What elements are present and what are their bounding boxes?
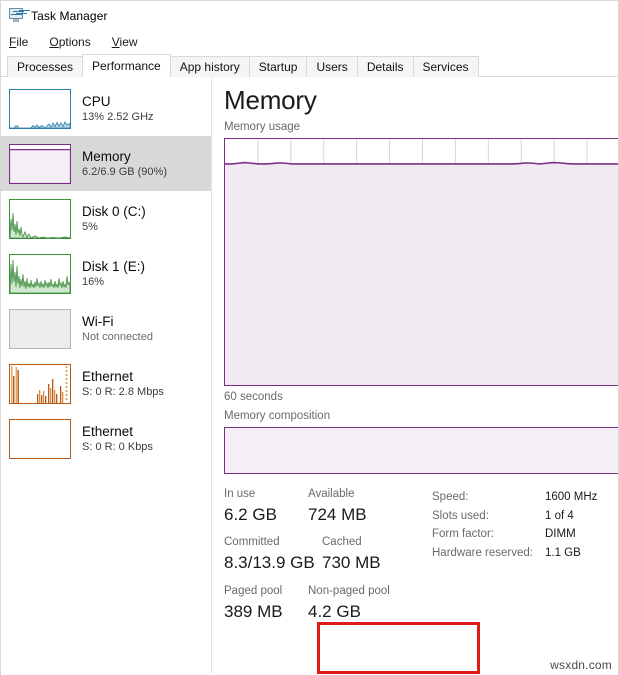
memory-composition-bar[interactable] <box>224 427 618 474</box>
system-info-key: Form factor: <box>432 525 545 544</box>
stat-available: Available 724 MB <box>308 486 418 527</box>
tab-startup[interactable]: Startup <box>249 56 308 77</box>
stat-value: 8.3/13.9 GB <box>224 551 308 575</box>
system-info-key: Speed: <box>432 488 545 507</box>
disk-1-thumbnail-graph <box>9 254 71 294</box>
stat-cached: Cached 730 MB <box>308 534 404 575</box>
system-info-key: Hardware reserved: <box>432 544 545 563</box>
sidebar-item-label: Ethernet <box>82 423 153 440</box>
ethernet-1-thumbnail-graph <box>9 364 71 404</box>
task-manager-icon <box>8 8 24 23</box>
system-info-value: 1.1 GB <box>545 544 581 563</box>
menu-bar: File Options View <box>1 30 618 54</box>
memory-detail-pane: Memory Memory usage 60 seconds Memory co… <box>212 77 618 673</box>
stat-row: Paged pool 389 MB Non-paged pool 4.2 GB <box>224 583 424 624</box>
memory-statistics: In use 6.2 GB Available 724 MB Committed… <box>224 486 618 624</box>
title-bar: Task Manager <box>1 1 618 30</box>
tab-strip: Processes Performance App history Startu… <box>1 54 618 77</box>
sidebar-item-sublabel: S: 0 R: 0 Kbps <box>82 440 153 455</box>
sidebar-item-sublabel: Not connected <box>82 330 153 345</box>
sidebar-item-sublabel: 16% <box>82 275 145 290</box>
sidebar-item-disk-0[interactable]: Disk 0 (C:) 5% <box>1 191 211 246</box>
page-title: Memory <box>224 83 618 117</box>
sidebar-item-cpu[interactable]: CPU 13% 2.52 GHz <box>1 81 211 136</box>
stat-label: Available <box>308 486 418 503</box>
menu-item-view[interactable]: View <box>112 35 138 49</box>
system-info-value: 1 of 4 <box>545 507 574 526</box>
sidebar-item-disk-1[interactable]: Disk 1 (E:) 16% <box>1 246 211 301</box>
menu-item-file[interactable]: File <box>9 35 28 49</box>
stat-committed: Committed 8.3/13.9 GB <box>224 534 308 575</box>
stat-paged-pool: Paged pool 389 MB <box>224 583 308 624</box>
memory-thumbnail-graph <box>9 144 71 184</box>
memory-composition-label: Memory composition <box>224 408 618 425</box>
stat-label: Paged pool <box>224 583 308 600</box>
sidebar-item-sublabel: 6.2/6.9 GB (90%) <box>82 165 167 180</box>
stat-row: In use 6.2 GB Available 724 MB <box>224 486 424 527</box>
tab-processes[interactable]: Processes <box>7 56 83 77</box>
sidebar-item-label: Memory <box>82 148 167 165</box>
performance-content: CPU 13% 2.52 GHz Memory 6.2/6.9 GB (90%) <box>1 77 618 673</box>
task-manager-window: Task Manager File Options View Processes… <box>0 0 619 675</box>
stat-label: Non-paged pool <box>308 583 418 600</box>
tab-performance[interactable]: Performance <box>82 54 171 77</box>
disk-0-thumbnail-graph <box>9 199 71 239</box>
tab-details[interactable]: Details <box>357 56 414 77</box>
stat-in-use: In use 6.2 GB <box>224 486 308 527</box>
system-info-value: 1600 MHz <box>545 488 597 507</box>
time-axis-label: 60 seconds <box>224 388 618 406</box>
system-info-row: Speed: 1600 MHz <box>432 488 614 507</box>
stat-value: 730 MB <box>322 551 404 575</box>
ethernet-2-thumbnail-graph <box>9 419 71 459</box>
resource-sidebar: CPU 13% 2.52 GHz Memory 6.2/6.9 GB (90%) <box>1 77 212 673</box>
sidebar-item-label: Disk 1 (E:) <box>82 258 145 275</box>
memory-stats-column: In use 6.2 GB Available 724 MB Committed… <box>224 486 424 624</box>
sidebar-item-label: Disk 0 (C:) <box>82 203 146 220</box>
system-info-row: Hardware reserved: 1.1 GB <box>432 544 614 563</box>
system-info-key: Slots used: <box>432 507 545 526</box>
memory-usage-label: Memory usage <box>224 119 618 136</box>
sidebar-item-memory[interactable]: Memory 6.2/6.9 GB (90%) <box>1 136 211 191</box>
watermark: wsxdn.com <box>550 658 612 672</box>
menu-item-options[interactable]: Options <box>49 35 90 49</box>
tab-users[interactable]: Users <box>306 56 357 77</box>
system-info-column: Speed: 1600 MHz Slots used: 1 of 4 Form … <box>424 486 614 624</box>
stat-label: Cached <box>322 534 404 551</box>
stat-value: 389 MB <box>224 600 308 624</box>
system-info-row: Slots used: 1 of 4 <box>432 507 614 526</box>
cpu-thumbnail-graph <box>9 89 71 129</box>
stat-value: 6.2 GB <box>224 503 308 527</box>
sidebar-item-label: Wi-Fi <box>82 313 153 330</box>
sidebar-item-sublabel: S: 0 R: 2.8 Mbps <box>82 385 164 400</box>
system-info-row: Form factor: DIMM <box>432 525 614 544</box>
sidebar-item-label: CPU <box>82 93 154 110</box>
window-title: Task Manager <box>31 9 108 23</box>
stat-label: Committed <box>224 534 308 551</box>
stat-row: Committed 8.3/13.9 GB Cached 730 MB <box>224 534 424 575</box>
system-info-value: DIMM <box>545 525 576 544</box>
tab-app-history[interactable]: App history <box>170 56 250 77</box>
sidebar-item-sublabel: 5% <box>82 220 146 235</box>
sidebar-item-ethernet-2[interactable]: Ethernet S: 0 R: 0 Kbps <box>1 411 211 466</box>
stat-value: 4.2 GB <box>308 600 418 624</box>
sidebar-item-label: Ethernet <box>82 368 164 385</box>
stat-label: In use <box>224 486 308 503</box>
tab-services[interactable]: Services <box>413 56 479 77</box>
stat-value: 724 MB <box>308 503 418 527</box>
memory-usage-chart <box>224 138 618 386</box>
sidebar-item-ethernet-1[interactable]: Ethernet S: 0 R: 2.8 Mbps <box>1 356 211 411</box>
stat-non-paged-pool: Non-paged pool 4.2 GB <box>308 583 418 624</box>
sidebar-item-sublabel: 13% 2.52 GHz <box>82 110 154 125</box>
wifi-thumbnail-graph <box>9 309 71 349</box>
sidebar-item-wifi[interactable]: Wi-Fi Not connected <box>1 301 211 356</box>
